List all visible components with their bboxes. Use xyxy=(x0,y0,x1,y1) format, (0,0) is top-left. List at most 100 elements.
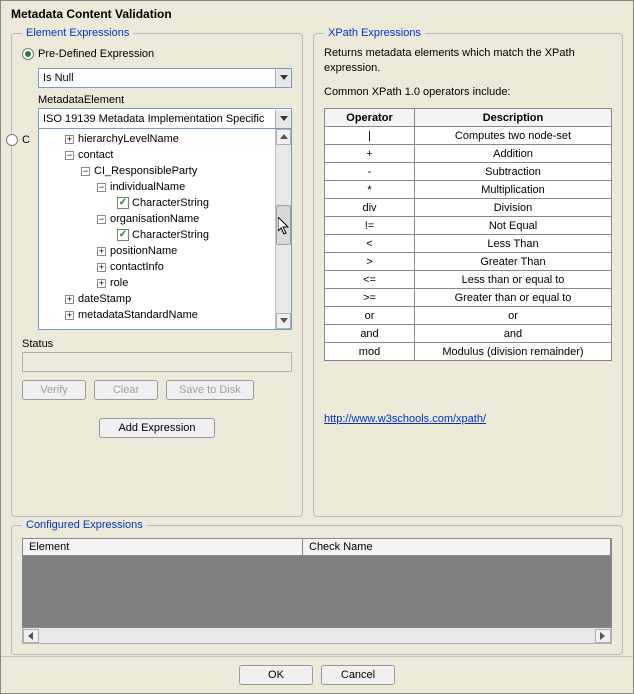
col-operator: Operator xyxy=(325,109,415,127)
configured-expressions-panel: Configured Expressions Element Check Nam… xyxy=(11,525,623,655)
action-buttons-row: Verify Clear Save to Disk xyxy=(22,380,292,400)
save-to-disk-button[interactable]: Save to Disk xyxy=(166,380,254,400)
operator-cell: div xyxy=(325,199,415,217)
expand-icon[interactable]: + xyxy=(65,311,74,320)
scroll-down-icon[interactable] xyxy=(276,313,291,329)
tree-checkbox[interactable] xyxy=(117,197,129,209)
scroll-up-icon[interactable] xyxy=(276,129,291,145)
description-cell: Greater than or equal to xyxy=(415,289,612,307)
top-row: Element Expressions Pre-Defined Expressi… xyxy=(11,33,623,517)
table-row: >Greater Than xyxy=(325,253,612,271)
cancel-button[interactable]: Cancel xyxy=(321,665,395,685)
window-content: Element Expressions Pre-Defined Expressi… xyxy=(1,27,633,656)
status-box xyxy=(22,352,292,372)
metadata-element-combo[interactable]: ISO 19139 Metadata Implementation Specif… xyxy=(38,108,292,128)
table-row: !=Not Equal xyxy=(325,217,612,235)
xpath-expressions-title: XPath Expressions xyxy=(324,27,425,39)
scrollbar-thumb[interactable] xyxy=(276,205,291,245)
metadata-tree[interactable]: +hierarchyLevelName−contact−CI_Responsib… xyxy=(38,128,292,330)
tree-node-label: role xyxy=(110,275,128,291)
tree-node-label: contact xyxy=(78,147,113,163)
vertical-scrollbar[interactable] xyxy=(275,129,291,329)
description-cell: Not Equal xyxy=(415,217,612,235)
element-expressions-title: Element Expressions xyxy=(22,27,133,39)
scroll-right-icon[interactable] xyxy=(595,629,611,643)
scroll-left-icon[interactable] xyxy=(23,629,39,643)
operators-table: Operator Description |Computes two node-… xyxy=(324,108,612,361)
description-cell: Addition xyxy=(415,145,612,163)
tree-node[interactable]: −CI_ResponsibleParty xyxy=(39,163,275,179)
ok-button[interactable]: OK xyxy=(239,665,313,685)
predefined-radio-row[interactable]: Pre-Defined Expression xyxy=(22,48,292,60)
tree-node[interactable]: + metadataStandardName xyxy=(39,307,275,323)
table-row: divDivision xyxy=(325,199,612,217)
col-element[interactable]: Element xyxy=(23,539,303,555)
tree-node[interactable]: +hierarchyLevelName xyxy=(39,131,275,147)
tree-node[interactable]: +dateStamp xyxy=(39,291,275,307)
custom-radio[interactable] xyxy=(6,134,18,146)
table-row: -Subtraction xyxy=(325,163,612,181)
clear-button[interactable]: Clear xyxy=(94,380,158,400)
tree-node[interactable]: CharacterString xyxy=(39,227,275,243)
expand-icon[interactable]: + xyxy=(97,263,106,272)
status-label: Status xyxy=(22,338,292,350)
tree-node-label: metadataStandardName xyxy=(78,307,198,323)
tree-node-label: individualName xyxy=(110,179,185,195)
tree-node-label: CharacterString xyxy=(132,195,209,211)
xpath-desc-2: Common XPath 1.0 operators include: xyxy=(324,85,612,100)
description-cell: Less than or equal to xyxy=(415,271,612,289)
operator-cell: and xyxy=(325,325,415,343)
description-cell: Multiplication xyxy=(415,181,612,199)
description-cell: Greater Than xyxy=(415,253,612,271)
tree-node[interactable]: −individualName xyxy=(39,179,275,195)
add-expression-button[interactable]: Add Expression xyxy=(99,418,214,438)
operator-cell: < xyxy=(325,235,415,253)
tree-node[interactable]: +positionName xyxy=(39,243,275,259)
scrollbar-track[interactable] xyxy=(276,145,291,313)
tree-node[interactable]: −contact xyxy=(39,147,275,163)
tree-node-label: CharacterString xyxy=(132,227,209,243)
table-row: <=Less than or equal to xyxy=(325,271,612,289)
collapse-icon[interactable]: − xyxy=(81,167,90,176)
description-cell: Division xyxy=(415,199,612,217)
chevron-down-icon[interactable] xyxy=(275,69,291,87)
horizontal-scrollbar[interactable] xyxy=(22,628,612,644)
table-row: andand xyxy=(325,325,612,343)
table-row: *Multiplication xyxy=(325,181,612,199)
expand-icon[interactable]: + xyxy=(97,247,106,256)
operator-cell: <= xyxy=(325,271,415,289)
chevron-down-icon[interactable] xyxy=(275,110,291,128)
collapse-icon[interactable]: − xyxy=(65,151,74,160)
tree-node[interactable]: −organisationName xyxy=(39,211,275,227)
tree-node[interactable]: + role xyxy=(39,275,275,291)
tree-node[interactable]: +contactInfo xyxy=(39,259,275,275)
table-row: +Addition xyxy=(325,145,612,163)
collapse-icon[interactable]: − xyxy=(97,215,106,224)
metadata-element-combo-value: ISO 19139 Metadata Implementation Specif… xyxy=(39,113,275,125)
description-cell: or xyxy=(415,307,612,325)
tree-node-label: organisationName xyxy=(110,211,199,227)
table-row: <Less Than xyxy=(325,235,612,253)
col-check-name[interactable]: Check Name xyxy=(303,539,611,555)
predefined-combo[interactable]: Is Null xyxy=(38,68,292,88)
description-cell: Subtraction xyxy=(415,163,612,181)
tree-checkbox[interactable] xyxy=(117,229,129,241)
tree-node[interactable]: CharacterString xyxy=(39,195,275,211)
predefined-radio[interactable] xyxy=(22,48,34,60)
expand-icon[interactable]: + xyxy=(65,135,74,144)
xpath-link[interactable]: http://www.w3schools.com/xpath/ xyxy=(324,413,612,425)
element-expressions-panel: Element Expressions Pre-Defined Expressi… xyxy=(11,33,303,517)
collapse-icon[interactable]: − xyxy=(97,183,106,192)
predefined-radio-label: Pre-Defined Expression xyxy=(38,48,154,60)
configured-grid-body[interactable] xyxy=(22,556,612,628)
xpath-desc-1: Returns metadata elements which match th… xyxy=(324,46,612,77)
operator-cell: | xyxy=(325,127,415,145)
operator-cell: + xyxy=(325,145,415,163)
expand-icon[interactable]: + xyxy=(97,279,106,288)
description-cell: and xyxy=(415,325,612,343)
dialog-buttons: OK Cancel xyxy=(1,656,633,693)
table-row: oror xyxy=(325,307,612,325)
col-description: Description xyxy=(415,109,612,127)
expand-icon[interactable]: + xyxy=(65,295,74,304)
verify-button[interactable]: Verify xyxy=(22,380,86,400)
